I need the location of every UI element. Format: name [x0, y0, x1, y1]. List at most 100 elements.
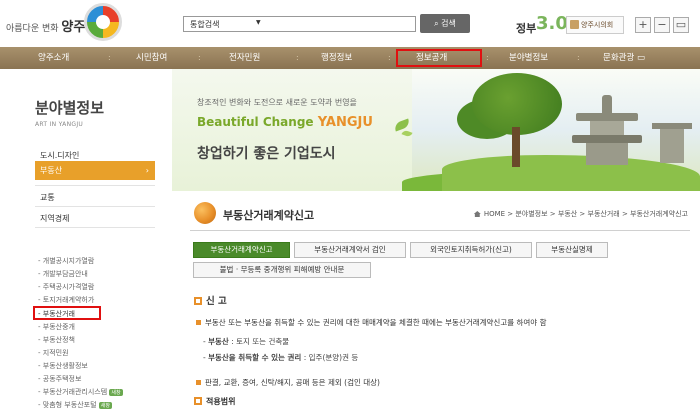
search-scope-select[interactable]: 통합검색 — [190, 19, 219, 30]
tab-foreigner-land[interactable]: 외국인토지취득허가(신고) — [410, 242, 532, 258]
sidebar-subitem[interactable]: - 개별공시지가열람 — [38, 256, 94, 266]
main-nav: 양주소개 : 시민참여 : 전자민원 : 행정정보 : 정보공개 : 분야별정보… — [0, 47, 700, 69]
sidebar-subitem-label: 부동산생활정보 — [42, 362, 88, 370]
sidebar-subitem-label: 개별공시지가열람 — [42, 257, 95, 265]
page-heading: 부동산거래계약신고 HOME > 분야별정보 > 부동산 > 부동산거래 > 부… — [190, 199, 690, 231]
page-title: 부동산거래계약신고 — [223, 209, 315, 222]
sidebar-subitem[interactable]: - 부동산생활정보 — [38, 361, 88, 371]
hero-banner: 창조적인 변화와 도전으로 새로운 도약과 번영을 Beautiful Chan… — [172, 69, 700, 191]
sidebar-highlight-box — [33, 306, 101, 320]
banner-brand: Beautiful Change YANGJU — [197, 115, 373, 130]
window-icon: ▭ — [675, 18, 687, 31]
sidebar-subitem[interactable]: - 개발부담금안내 — [38, 269, 88, 279]
nav-item-admin[interactable]: 행정정보 — [321, 47, 352, 69]
council-icon — [570, 20, 579, 29]
content-sub-text: : 토지 또는 건축물 — [228, 337, 290, 346]
breadcrumb: HOME > 분야별정보 > 부동산 > 부동산거래 > 부동산거래계약신고 — [473, 209, 688, 219]
sidebar-subitem-label: 지적민원 — [42, 349, 69, 357]
sidebar-item-real-estate-label: 부동산 — [40, 166, 63, 175]
tab-contract-inspection[interactable]: 부동산거래계약서 검인 — [294, 242, 406, 258]
search-box[interactable]: 통합검색 ▼ — [183, 16, 416, 32]
nav-item-culture[interactable]: 문화관광 ▭ — [603, 47, 645, 69]
sidebar-subitem-label: 주택공시가격열람 — [42, 283, 95, 291]
tab-transaction-report[interactable]: 부동산거래계약신고 — [193, 242, 290, 258]
minus-icon: − — [657, 18, 667, 31]
search-button[interactable]: ⌕ 검색 — [420, 14, 470, 33]
gov-logo-word: 정부 — [516, 22, 537, 35]
section-heading-scope: 적용범위 — [194, 396, 235, 407]
chevron-down-icon: ▼ — [256, 19, 261, 26]
nav-separator: : — [388, 53, 391, 62]
breadcrumb-text[interactable]: HOME > 분야별정보 > 부동산 > 부동산거래 > 부동산거래계약신고 — [484, 210, 688, 218]
content-sub-line: - 부동산 : 토지 또는 건축물 — [203, 337, 290, 346]
tab-illegal-brokerage-notice[interactable]: 불법 · 무등록 중개행위 피해예방 안내문 — [193, 262, 371, 278]
pagoda-body — [586, 143, 628, 165]
council-label: 양주시의회 — [581, 21, 614, 29]
sidebar-subitem-label: 부동산중개 — [42, 323, 75, 331]
section-heading-scope-text: 적용범위 — [206, 397, 236, 406]
nav-item-culture-label: 문화관광 — [603, 53, 635, 63]
council-link[interactable]: 양주시의회 — [566, 16, 624, 34]
sidebar-subitem-label: 공동주택정보 — [42, 375, 82, 383]
plus-icon: + — [638, 18, 648, 31]
section-heading: 신 고 — [194, 293, 227, 307]
banner-headline: 창업하기 좋은 기업도시 — [197, 146, 336, 162]
search-button-label: 검색 — [441, 19, 456, 28]
city-logo-text[interactable]: 아름다운 변화 양주 — [6, 16, 85, 35]
sidebar-item-economy[interactable]: 지역경제 — [35, 209, 155, 228]
logo-city-name: 양주 — [61, 20, 86, 35]
gov30-logo[interactable]: 정부 3.0 — [510, 10, 568, 38]
new-window-badge: 새창 — [98, 401, 112, 409]
sidebar-subitem-label: 맞춤형 부동산포털 — [42, 401, 97, 409]
nav-item-intro[interactable]: 양주소개 — [38, 47, 69, 69]
external-link-icon: ▭ — [636, 53, 646, 63]
zoom-out-button[interactable]: − — [654, 17, 670, 33]
logo-slogan: 아름다운 변화 — [6, 24, 59, 34]
square-bullet-icon — [196, 320, 201, 325]
pagoda-body — [660, 129, 684, 163]
sidebar-subitem[interactable]: - 부동산중개 — [38, 322, 75, 332]
nav-item-field-info[interactable]: 분야별정보 — [509, 47, 548, 69]
nav-item-participation[interactable]: 시민참여 — [136, 47, 167, 69]
window-toggle-button[interactable]: ▭ — [673, 17, 689, 33]
nav-separator: : — [577, 53, 580, 62]
gov-logo-number: 3.0 — [536, 13, 568, 34]
square-bullet-icon — [196, 380, 201, 385]
banner-slogan: 창조적인 변화와 도전으로 새로운 도약과 번영을 — [197, 98, 357, 107]
sidebar-subitem[interactable]: - 주택공시가격열람 — [38, 282, 94, 292]
sidebar-subitem[interactable]: - 토지거래계약허가 — [38, 295, 94, 305]
chevron-right-icon: › — [145, 166, 149, 175]
leaf-icon — [401, 129, 413, 138]
pagoda-roof — [572, 135, 642, 143]
stone-pagoda-image — [572, 93, 642, 173]
content-exempt-line: 판결, 교환, 증여, 신탁/해지, 공매 등은 제외 (검인 대상) — [196, 377, 380, 388]
content-sub-label: 부동산을 취득할 수 있는 권리 — [208, 353, 302, 362]
content-sub-text: : 입주(분양)권 등 — [301, 353, 359, 362]
stone-pagoda-image — [652, 109, 692, 169]
sidebar-subitem-label: 부동산정책 — [42, 336, 75, 344]
sidebar-subitem[interactable]: - 부동산거래관리시스템 새창 — [38, 387, 123, 397]
sidebar-item-transport[interactable]: 교통 — [35, 188, 155, 207]
content-main-text: 부동산 또는 부동산을 취득할 수 있는 권리에 대한 매매계약을 체결한 때에… — [205, 318, 547, 327]
top-header: 아름다운 변화 양주 통합검색 ▼ ⌕ 검색 정부 3.0 양주시의회 + − … — [0, 0, 700, 44]
tree-icon — [472, 73, 562, 135]
new-window-badge: 새창 — [109, 388, 123, 396]
zoom-in-button[interactable]: + — [635, 17, 651, 33]
city-logo-icon[interactable] — [84, 3, 122, 41]
sidebar-subitem[interactable]: - 지적민원 — [38, 348, 69, 358]
sidebar-subitem-label: 토지거래계약허가 — [42, 296, 95, 304]
tab-real-name[interactable]: 부동산실명제 — [536, 242, 608, 258]
sidebar-subitem[interactable]: - 맞춤형 부동산포털 새창 — [38, 400, 112, 410]
sidebar-subitem[interactable]: - 부동산정책 — [38, 335, 75, 345]
content-main-line: 부동산 또는 부동산을 취득할 수 있는 권리에 대한 매매계약을 체결한 때에… — [196, 317, 547, 328]
pagoda-roof — [576, 113, 638, 121]
banner-brand-city: YANGJU — [317, 115, 373, 130]
sidebar-subtitle: ART IN YANGJU — [35, 121, 84, 128]
nav-separator: : — [486, 53, 489, 62]
sidebar-subitem[interactable]: - 공동주택정보 — [38, 374, 81, 384]
pagoda-body — [590, 121, 624, 135]
content-sub-line: - 부동산을 취득할 수 있는 권리 : 입주(분양)권 등 — [203, 353, 359, 362]
square-bullet-icon — [194, 297, 202, 305]
nav-item-civil[interactable]: 전자민원 — [229, 47, 260, 69]
sidebar-item-real-estate[interactable]: 부동산 › — [35, 161, 155, 180]
